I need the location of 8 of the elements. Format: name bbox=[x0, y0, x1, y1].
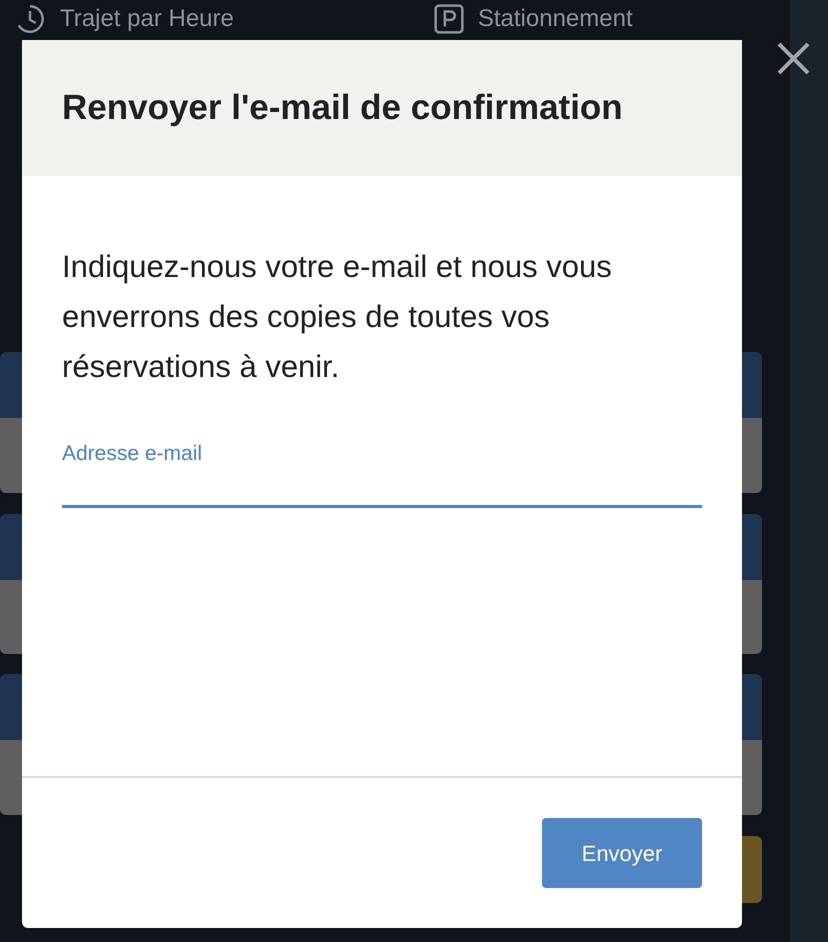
dialog-message: Indiquez-nous votre e-mail et nous vous enverrons des copies de toutes vos réservations à venir. bbox=[62, 248, 613, 386]
submit-button[interactable]: Envoyer bbox=[542, 818, 702, 888]
nav-link[interactable]: Stationnement bbox=[478, 4, 633, 34]
parking-icon bbox=[434, 4, 464, 34]
close-icon[interactable] bbox=[777, 42, 810, 75]
dialog-title: Renvoyer l'e-mail de confirmation bbox=[62, 87, 623, 130]
field-label: Adresse e-mail bbox=[62, 441, 202, 467]
nav-link[interactable]: Trajet par Heure bbox=[60, 4, 234, 34]
